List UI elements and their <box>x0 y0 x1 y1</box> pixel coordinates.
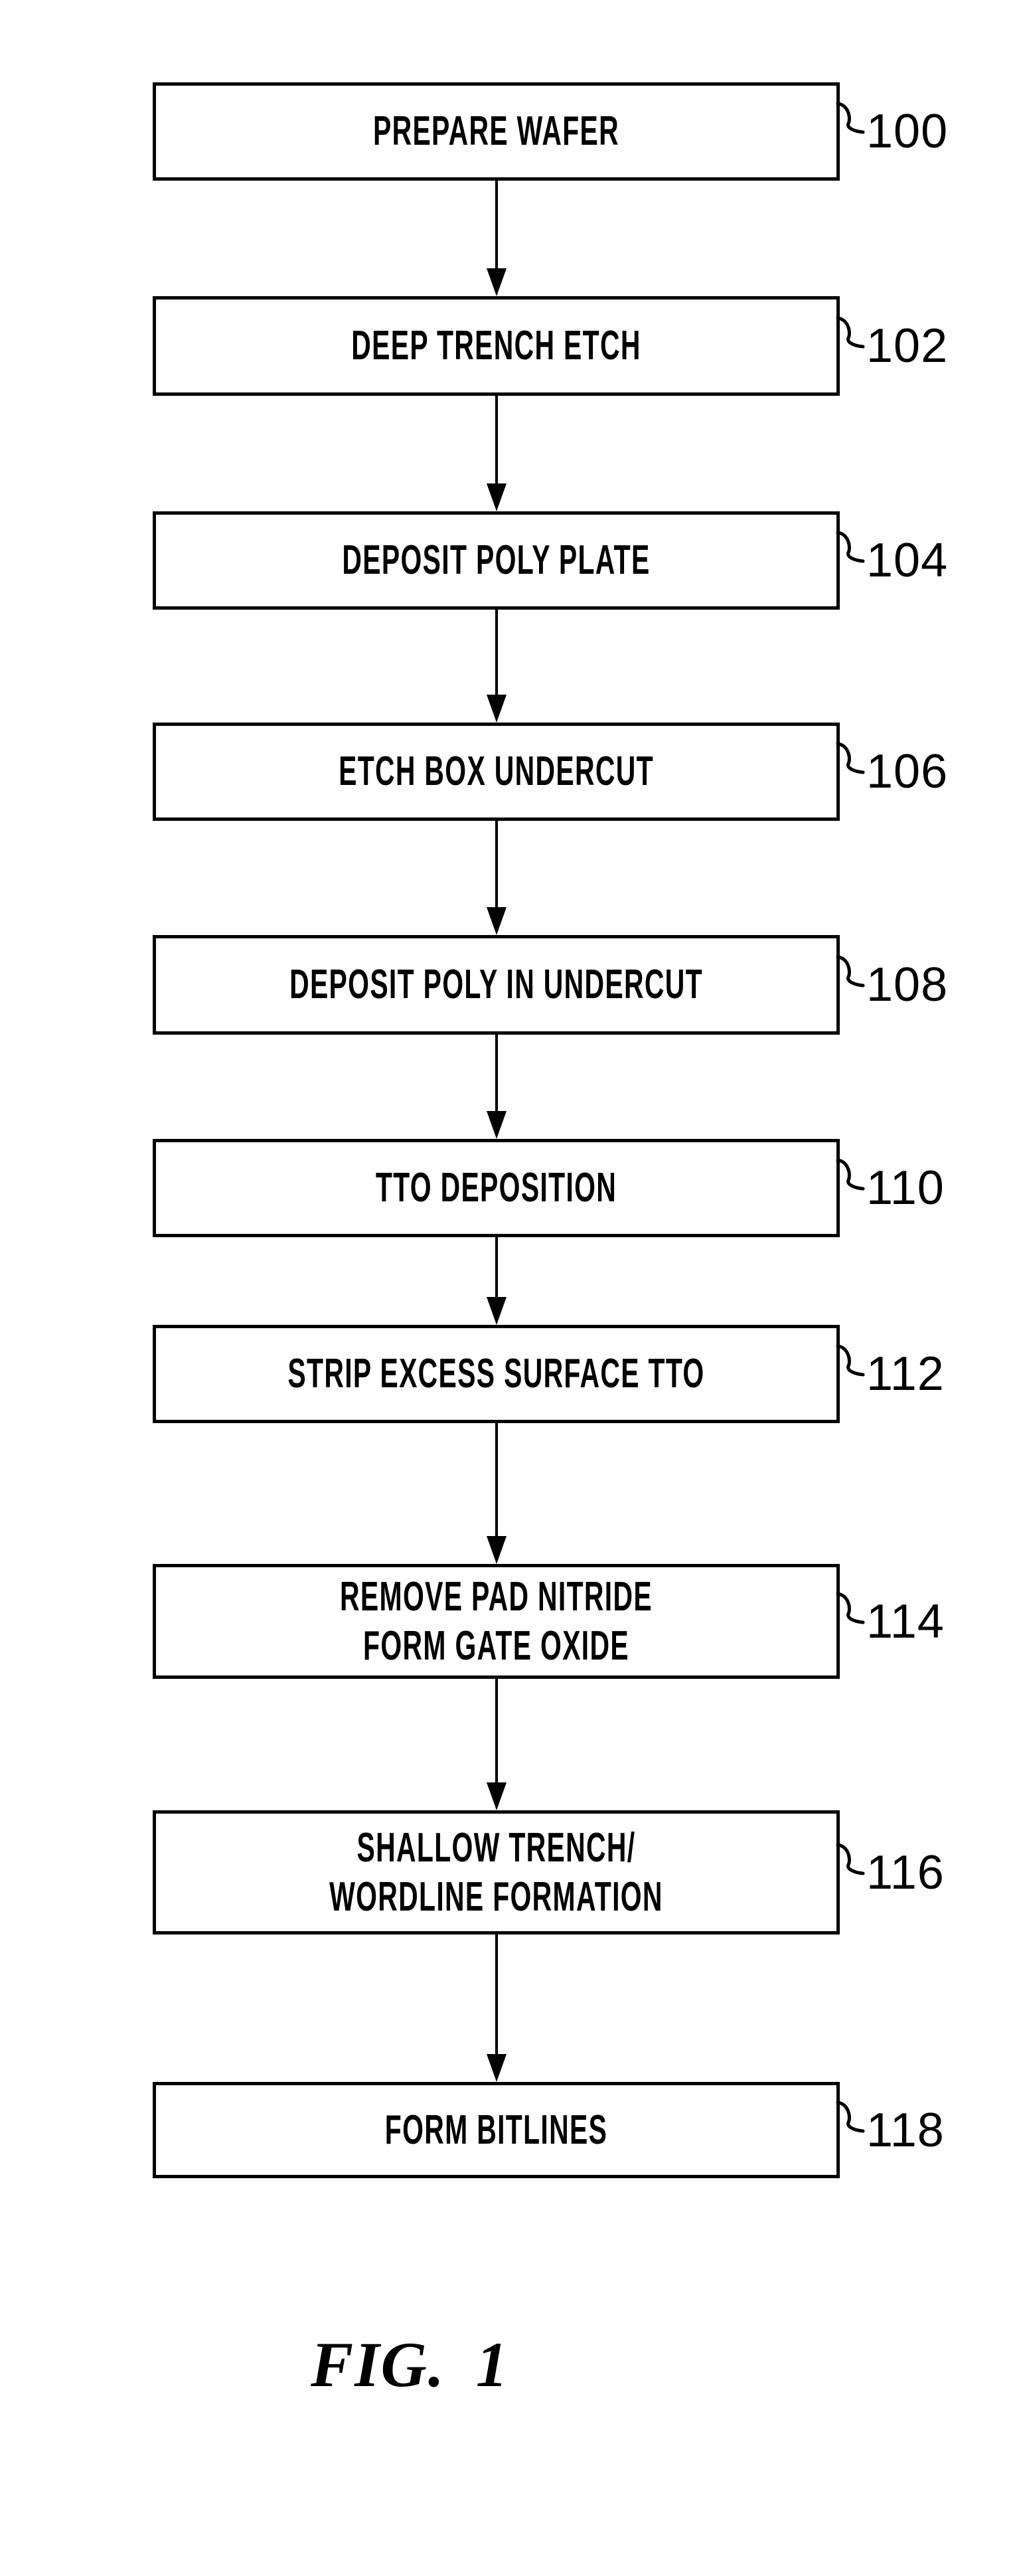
reference-numeral: 108 <box>866 958 949 1011</box>
flow-step-label: FORM BITLINES <box>384 2106 608 2153</box>
flow-connector-arrow <box>487 1423 507 1564</box>
reference-numeral: 116 <box>866 1846 945 1899</box>
flow-step-box: DEPOSIT POLY PLATE <box>153 511 840 610</box>
flow-step-label: PREPARE WAFER <box>372 108 620 155</box>
reference-numeral: 114 <box>866 1594 945 1648</box>
flow-step-box: SHALLOW TRENCH/ WORDLINE FORMATION <box>153 1810 840 1934</box>
flow-connector-arrow <box>487 610 507 723</box>
arrowhead-icon <box>487 1111 507 1139</box>
flow-connector-arrow <box>487 1679 507 1810</box>
reference-numeral: 112 <box>866 1347 945 1401</box>
arrowhead-icon <box>487 1782 507 1810</box>
reference-numeral: 102 <box>866 319 949 373</box>
flow-step-label: DEPOSIT POLY PLATE <box>342 537 651 584</box>
figure-caption-number: 1 <box>475 2329 509 2400</box>
flow-step-box: FORM BITLINES <box>153 2082 840 2178</box>
flow-step-label: ETCH BOX UNDERCUT <box>339 748 654 795</box>
flow-connector-arrow <box>487 1934 507 2082</box>
reference-numeral: 104 <box>866 534 949 587</box>
flow-step-box: ETCH BOX UNDERCUT <box>153 723 840 821</box>
arrowhead-icon <box>487 483 507 511</box>
flow-step-label: REMOVE PAD NITRIDE FORM GATE OXIDE <box>340 1574 653 1669</box>
patent-figure-page: PREPARE WAFER 100 DEEP TRENCH ETCH 102 DEPOS… <box>0 0 1019 2576</box>
arrowhead-icon <box>487 907 507 935</box>
flow-step-label: SHALLOW TRENCH/ WORDLINE FORMATION <box>329 1825 663 1920</box>
connector-line <box>495 1035 498 1111</box>
connector-line <box>495 181 498 268</box>
flow-connector-arrow <box>487 1035 507 1139</box>
flow-step-box: STRIP EXCESS SURFACE TTO <box>153 1325 840 1423</box>
figure-caption: FIG. 1 <box>0 2328 820 2401</box>
reference-numeral: 110 <box>866 1161 945 1215</box>
connector-line <box>495 821 498 907</box>
arrowhead-icon <box>487 2054 507 2082</box>
flow-step-box: TTO DEPOSITION <box>153 1139 840 1237</box>
flow-step-label: DEEP TRENCH ETCH <box>351 323 641 369</box>
flow-step-label: DEPOSIT POLY IN UNDERCUT <box>289 962 703 1008</box>
arrowhead-icon <box>487 1297 507 1325</box>
connector-line <box>495 1423 498 1536</box>
connector-line <box>495 1679 498 1782</box>
connector-line <box>495 396 498 483</box>
reference-numeral: 100 <box>866 105 949 158</box>
flow-step-box: PREPARE WAFER <box>153 82 840 181</box>
flow-connector-arrow <box>487 1237 507 1325</box>
connector-line <box>495 1237 498 1297</box>
reference-numeral: 118 <box>866 2103 945 2157</box>
flow-step-box: REMOVE PAD NITRIDE FORM GATE OXIDE <box>153 1564 840 1679</box>
flow-step-label: TTO DEPOSITION <box>375 1165 617 1211</box>
flow-connector-arrow <box>487 181 507 296</box>
reference-numeral: 106 <box>866 745 949 798</box>
flow-step-box: DEPOSIT POLY IN UNDERCUT <box>153 935 840 1035</box>
flow-connector-arrow <box>487 821 507 935</box>
flow-step-box: DEEP TRENCH ETCH <box>153 296 840 396</box>
figure-caption-label: FIG. <box>311 2329 445 2400</box>
arrowhead-icon <box>487 268 507 296</box>
flow-step-label: STRIP EXCESS SURFACE TTO <box>287 1351 705 1397</box>
flow-connector-arrow <box>487 396 507 511</box>
connector-line <box>495 610 498 695</box>
arrowhead-icon <box>487 695 507 723</box>
arrowhead-icon <box>487 1536 507 1564</box>
connector-line <box>495 1934 498 2054</box>
